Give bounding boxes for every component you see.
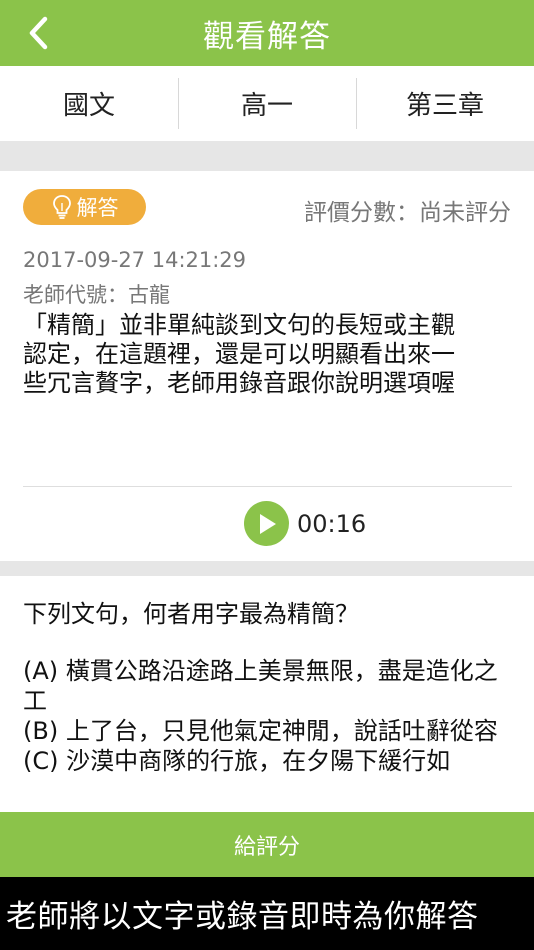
app-header: 觀看解答	[0, 0, 534, 66]
lightbulb-icon	[52, 195, 71, 219]
answer-badge: 解答	[23, 189, 146, 225]
rate-button[interactable]: 給評分	[0, 812, 534, 877]
tab-grade[interactable]: 高一	[178, 66, 356, 141]
answer-line: 「精簡」並非單純談到文句的長短或主觀	[23, 311, 455, 339]
answer-card: 解答 評價分數：尚未評分 2017-09-27 14:21:29 老師代號：古龍…	[0, 171, 534, 561]
rating-status: 評價分數：尚未評分	[304, 200, 511, 226]
option-b: (B) 上了台，只見他氣定神閒，說話吐辭從容	[23, 717, 498, 745]
category-tabs: 國文 高一 第三章	[0, 66, 534, 141]
tab-subject[interactable]: 國文	[0, 66, 178, 141]
answer-timestamp: 2017-09-27 14:21:29	[23, 248, 247, 272]
tab-chapter[interactable]: 第三章	[356, 66, 534, 141]
play-button[interactable]	[244, 501, 289, 546]
audio-player[interactable]: 00:16	[244, 501, 366, 546]
play-icon	[259, 513, 276, 534]
back-button[interactable]	[18, 13, 58, 53]
page-title: 觀看解答	[203, 18, 331, 55]
answer-line: 些冗言贅字，老師用錄音跟你說明選項喔	[23, 369, 455, 397]
answer-text: 「精簡」並非單純談到文句的長短或主觀 認定，在這題裡，還是可以明顯看出來一 些冗…	[23, 311, 513, 398]
option-a: (A) 橫貫公路沿途路上美景無限，盡是造化之工	[23, 657, 498, 715]
question-title: 下列文句，何者用字最為精簡？	[23, 600, 359, 628]
divider	[23, 486, 512, 487]
answer-line: 認定，在這題裡，還是可以明顯看出來一	[23, 340, 455, 368]
section-gap	[0, 561, 534, 576]
section-gap	[0, 141, 534, 171]
audio-duration: 00:16	[297, 509, 367, 538]
option-c: (C) 沙漠中商隊的行旅，在夕陽下緩行如	[23, 747, 451, 775]
caption-banner: 老師將以文字或錄音即時為你解答	[0, 877, 534, 950]
question-card: 下列文句，何者用字最為精簡？ (A) 橫貫公路沿途路上美景無限，盡是造化之工 (…	[0, 576, 534, 812]
question-options: (A) 橫貫公路沿途路上美景無限，盡是造化之工 (B) 上了台，只見他氣定神閒，…	[23, 656, 513, 776]
answer-badge-label: 解答	[76, 196, 119, 220]
chevron-left-icon	[29, 16, 48, 50]
teacher-code: 老師代號：古龍	[23, 283, 170, 307]
